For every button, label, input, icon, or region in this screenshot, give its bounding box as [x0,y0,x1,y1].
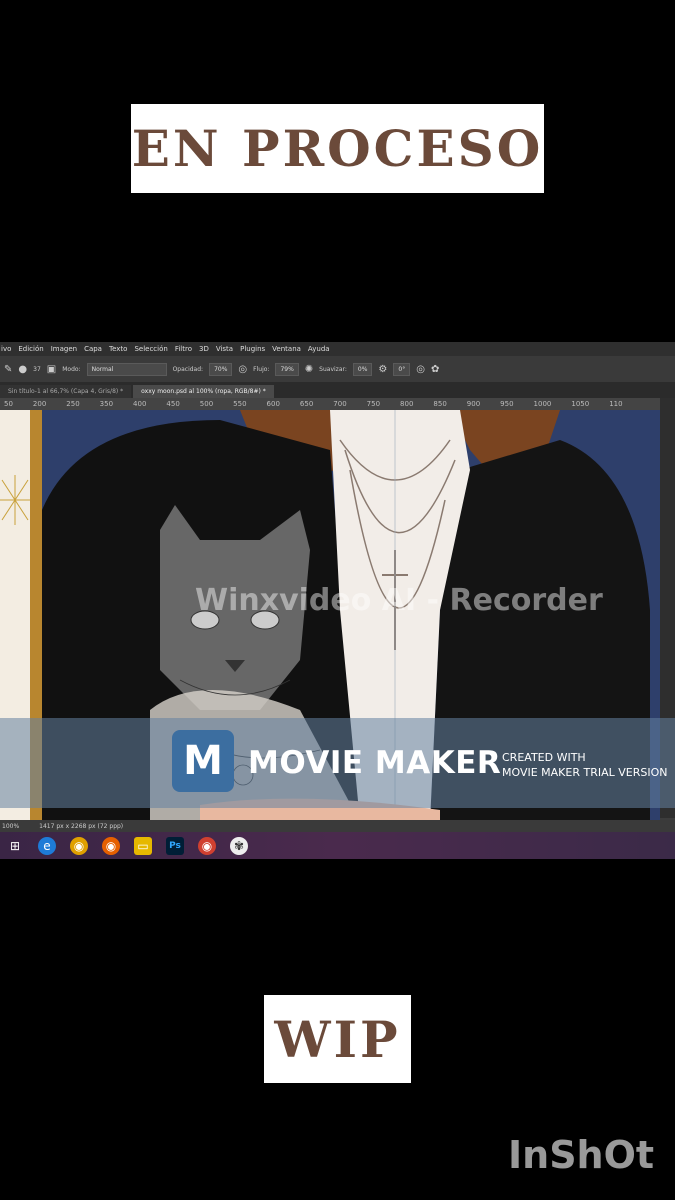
ruler-tick: 1050 [571,400,590,408]
menu-item-plugins[interactable]: Plugins [240,345,265,353]
opacity-field[interactable]: 70% [209,362,233,376]
task-view-icon[interactable]: ⊞ [6,837,24,855]
menu-item-select[interactable]: Selección [134,345,167,353]
menu-item-type[interactable]: Texto [109,345,127,353]
ruler-tick: 800 [400,400,414,408]
ruler-tick: 900 [466,400,481,408]
flow-field[interactable]: 79% [275,362,299,376]
trial-version-line: MOVIE MAKER TRIAL VERSION [502,766,668,779]
ruler-tick: 950 [500,400,514,408]
ruler-tick: 400 [133,400,147,408]
ruler-tick: 50 [4,400,13,408]
movie-maker-brand: MOVIE MAKER [248,745,502,781]
mode-select[interactable]: Normal [86,362,167,376]
horizontal-ruler: 50 200 250 350 400 450 500 550 600 650 7… [0,398,660,410]
menu-item-layer[interactable]: Capa [84,345,102,353]
angle-field[interactable]: 0° [393,362,411,376]
firefox-icon[interactable]: ◉ [102,836,120,855]
ruler-tick: 110 [609,400,623,408]
pressure-size-icon[interactable]: ◎ [416,364,425,375]
brush-preset-icon[interactable]: ● [18,364,27,375]
ruler-tick: 750 [366,400,381,408]
opacity-label: Opacidad: [172,365,204,373]
menu-bar: ivo Edición Imagen Capa Texto Selección … [0,342,675,356]
status-bar: 100% 1417 px x 2268 px (72 ppp) [0,820,675,832]
movie-maker-logo-icon: M [172,730,234,792]
tab-oxxy-moon[interactable]: oxxy moon.psd al 100% (ropa, RGB/8#) * [133,385,274,398]
ruler-tick: 550 [233,400,247,408]
created-with-line: CREATED WITH [502,751,586,764]
flow-label: Flujo: [253,365,270,373]
movie-maker-trial-text: CREATED WITH MOVIE MAKER TRIAL VERSION [502,750,667,780]
brush-panel-icon[interactable]: ▣ [47,364,56,375]
photoshop-icon[interactable]: Ps [166,836,184,855]
menu-item-view[interactable]: Vista [216,345,233,353]
ruler-tick: 700 [333,400,347,408]
recorder-app-icon[interactable]: ✾ [230,836,248,855]
airbrush-icon[interactable]: ✺ [305,364,313,375]
ruler-tick: 850 [433,400,447,408]
inshot-watermark: InShOt [508,1133,655,1177]
menu-item-3d[interactable]: 3D [199,345,209,353]
chrome-alt-icon[interactable]: ◉ [198,836,216,855]
mode-label: Modo: [62,365,81,373]
chrome-icon[interactable]: ◉ [70,836,88,855]
file-explorer-icon[interactable]: ▭ [134,836,152,855]
ruler-tick: 650 [299,400,314,408]
ruler-tick: 500 [199,400,214,408]
tab-untitled[interactable]: Sin título-1 al 66,7% (Capa 4, Gris/8) * [0,385,132,398]
edge-icon[interactable]: e [38,836,56,855]
brush-size-value: 37 [33,365,41,373]
menu-item-file[interactable]: ivo [1,345,11,353]
ruler-tick: 600 [266,400,280,408]
menu-item-edit[interactable]: Edición [18,345,43,353]
ruler-tick: 250 [66,400,80,408]
top-title: EN PROCESO [131,104,544,193]
bottom-title: WIP [264,995,411,1083]
ruler-tick: 200 [32,400,47,408]
document-tabs: Sin título-1 al 66,7% (Capa 4, Gris/8) *… [0,382,675,398]
document-size: 1417 px x 2268 px (72 ppp) [39,822,124,830]
pressure-opacity-icon[interactable]: ◎ [238,364,247,375]
menu-item-window[interactable]: Ventana [272,345,301,353]
recorder-watermark: Winxvideo AI - Recorder [195,583,603,618]
zoom-level[interactable]: 100% [2,823,19,830]
gear-icon[interactable]: ⚙ [378,364,387,375]
ruler-tick: 450 [166,400,180,408]
symmetry-icon[interactable]: ✿ [431,364,439,375]
smoothing-label: Suavizar: [319,365,347,373]
menu-item-image[interactable]: Imagen [51,345,77,353]
menu-item-filter[interactable]: Filtro [175,345,192,353]
ruler-tick: 1000 [533,400,552,408]
smoothing-field[interactable]: 0% [352,362,373,376]
options-bar: ✎ ● 37 ▣ Modo: Normal Opacidad: 70% ◎ Fl… [0,356,675,382]
menu-item-help[interactable]: Ayuda [308,345,330,353]
brush-tool-icon[interactable]: ✎ [4,364,12,375]
ruler-tick: 350 [99,400,114,408]
windows-taskbar: ⊞ e ◉ ◉ ▭ Ps ◉ ✾ [0,832,675,859]
